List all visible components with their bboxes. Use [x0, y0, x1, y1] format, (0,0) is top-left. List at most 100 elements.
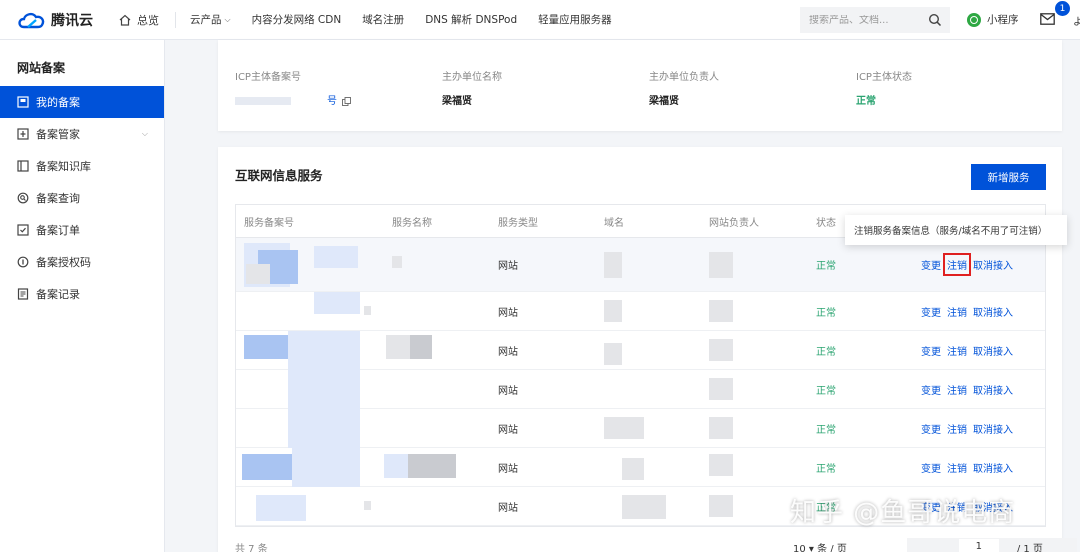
redacted-value	[288, 331, 360, 370]
nav-cloud-products[interactable]: 云产品 ⌵	[190, 12, 231, 27]
filing-manager-icon	[17, 128, 29, 140]
redacted-value	[246, 264, 270, 284]
redacted-value	[604, 343, 622, 365]
change-link[interactable]: 变更	[921, 304, 941, 319]
cancel-access-link[interactable]: 取消接入	[973, 257, 1013, 272]
table-row: 网站 正常 变更 注销 取消接入	[236, 238, 1045, 292]
add-service-button[interactable]: 新增服务	[971, 164, 1046, 190]
nav-dns[interactable]: DNS 解析 DNSPod	[425, 12, 517, 27]
sidebar-item-filing-order[interactable]: 备案订单	[0, 214, 164, 246]
table-row: 网站 正常 变更 注销 取消接入	[236, 370, 1045, 409]
chevron-down-icon: ⌵	[224, 14, 231, 24]
page-nav: 1 / 1 页	[906, 538, 1077, 552]
brand-logo[interactable]: 腾讯云	[16, 10, 104, 30]
table-row: 网站 正常 变更 注销 取消接入	[236, 292, 1045, 331]
mail-icon[interactable]	[1040, 13, 1055, 25]
status-badge: 正常	[816, 463, 836, 475]
sidebar-title: 网站备案	[17, 61, 66, 75]
owner-field: 主办单位负责人 梁福贤	[649, 68, 856, 107]
row-actions: 变更 注销 取消接入	[921, 460, 1013, 475]
redacted-value	[288, 370, 360, 409]
mini-program-link[interactable]: 小程序	[967, 12, 1019, 27]
redacted-value	[709, 378, 733, 400]
field-label: ICP主体备案号	[235, 72, 301, 83]
cancel-filing-link[interactable]: 注销	[947, 460, 967, 475]
sidebar-item-auth-code[interactable]: 备案授权码	[0, 246, 164, 278]
redacted-value	[288, 409, 360, 448]
brand-name: 腾讯云	[51, 12, 93, 29]
redacted-value	[392, 256, 402, 268]
mini-program-icon	[967, 12, 981, 27]
edge-glyph: よ	[1073, 17, 1080, 28]
cancel-filing-link[interactable]: 注销	[947, 343, 967, 358]
sidebar-item-label: 备案查询	[36, 192, 80, 205]
tencent-cloud-logo-icon	[18, 12, 45, 28]
sidebar-item-label: 备案订单	[36, 224, 80, 237]
cancel-filing-link[interactable]: 注销	[947, 421, 967, 436]
nav-cdn[interactable]: 内容分发网络 CDN	[252, 12, 342, 27]
search-icon[interactable]	[928, 13, 942, 27]
redacted-value	[364, 501, 371, 510]
knowledge-base-icon	[17, 160, 29, 172]
table-row: 网站 正常 变更 注销 取消接入	[236, 409, 1045, 448]
redacted-value	[709, 300, 733, 322]
nav-home[interactable]: 总览	[118, 12, 159, 28]
table-row: 网站 正常 变更 注销 取消接入	[236, 331, 1045, 370]
redacted-value	[242, 454, 292, 480]
column-header: 服务名称	[392, 217, 432, 229]
redacted-value	[244, 335, 288, 359]
redacted-value	[410, 335, 432, 359]
auth-code-icon	[17, 256, 29, 268]
redacted-value	[709, 495, 733, 517]
change-link[interactable]: 变更	[921, 343, 941, 358]
nav-lighthouse[interactable]: 轻量应用服务器	[538, 12, 612, 27]
redacted-value	[709, 454, 733, 476]
page-size-select[interactable]: 10 ▾ 条 / 页	[793, 540, 847, 552]
cancel-filing-link[interactable]: 注销	[947, 382, 967, 397]
sidebar-item-label: 备案记录	[36, 288, 80, 301]
redacted-value	[709, 252, 733, 278]
redacted-value	[384, 454, 408, 478]
cancel-filing-link[interactable]: 注销	[943, 253, 971, 276]
sidebar-item-label: 备案管家	[36, 128, 80, 141]
copy-icon[interactable]	[342, 96, 352, 106]
icp-suffix: 号	[327, 96, 337, 107]
column-header: 服务备案号	[244, 217, 294, 229]
cancel-access-link[interactable]: 取消接入	[973, 343, 1013, 358]
change-link[interactable]: 变更	[921, 382, 941, 397]
icp-number-field: ICP主体备案号 号	[235, 68, 442, 107]
field-label: 主办单位名称	[442, 72, 502, 83]
service-type: 网站	[498, 424, 518, 436]
nav-domain[interactable]: 域名注册	[362, 12, 404, 27]
sidebar-item-knowledge-base[interactable]: 备案知识库	[0, 150, 164, 182]
page-number-input[interactable]: 1	[958, 539, 999, 552]
sidebar-item-filing-query[interactable]: 备案查询	[0, 182, 164, 214]
change-link[interactable]: 变更	[921, 257, 941, 272]
status-badge: 正常	[816, 424, 836, 436]
change-link[interactable]: 变更	[921, 460, 941, 475]
row-actions: 变更 注销 取消接入	[921, 343, 1013, 358]
section-title: 互联网信息服务	[235, 168, 323, 183]
cancel-access-link[interactable]: 取消接入	[973, 382, 1013, 397]
search-box	[800, 7, 950, 33]
home-icon	[119, 14, 131, 26]
sidebar-item-my-filing[interactable]: 我的备案	[0, 86, 164, 118]
nav-home-label: 总览	[137, 13, 159, 27]
filing-record-icon	[17, 288, 29, 300]
cancel-access-link[interactable]: 取消接入	[973, 421, 1013, 436]
services-table: 服务备案号 服务名称 服务类型 域名 网站负责人 状态 网站 正常 变更 注销 …	[235, 204, 1046, 527]
cancel-filing-link[interactable]: 注销	[947, 304, 967, 319]
field-value: 梁福贤	[649, 96, 679, 107]
redacted-value	[709, 417, 733, 439]
column-header: 网站负责人	[709, 217, 759, 229]
search-input[interactable]	[809, 14, 921, 26]
status-badge: 正常	[856, 96, 876, 107]
change-link[interactable]: 变更	[921, 421, 941, 436]
cancel-access-link[interactable]: 取消接入	[973, 304, 1013, 319]
sidebar-item-filing-record[interactable]: 备案记录	[0, 278, 164, 310]
row-actions: 变更 注销 取消接入	[921, 421, 1013, 436]
sidebar-item-filing-manager[interactable]: 备案管家 ⌵	[0, 118, 164, 150]
redacted-value	[314, 246, 358, 268]
cancel-access-link[interactable]: 取消接入	[973, 460, 1013, 475]
redacted-value	[604, 417, 644, 439]
